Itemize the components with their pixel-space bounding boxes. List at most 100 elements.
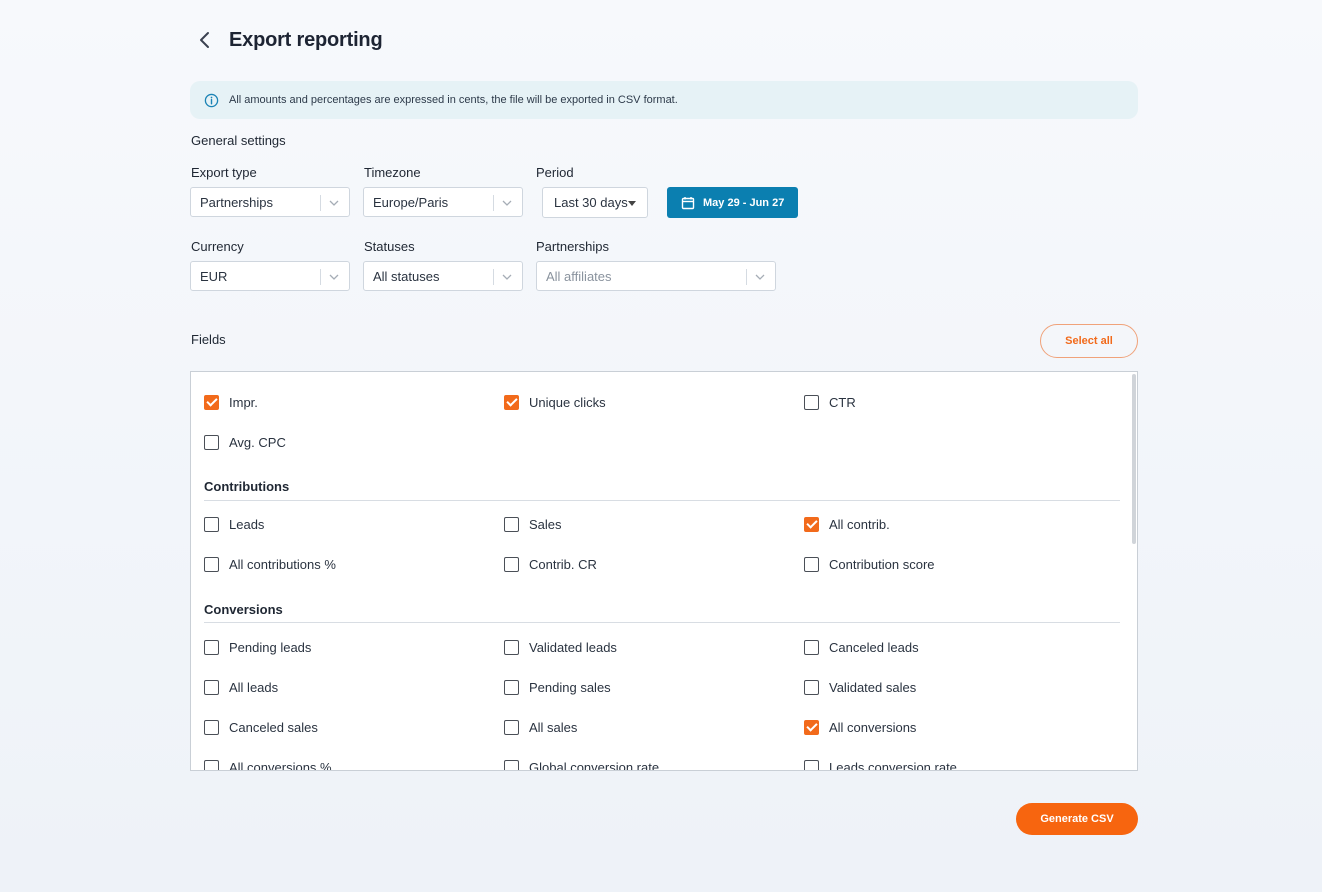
info-banner: All amounts and percentages are expresse… (190, 81, 1138, 119)
checkbox-ctr[interactable]: CTR (804, 392, 856, 412)
currency-value: EUR (200, 268, 228, 284)
chevron-down-icon (502, 200, 512, 206)
checkbox-unchecked-icon[interactable] (804, 679, 819, 695)
checkbox-label: Impr. (229, 394, 258, 410)
general-settings-title: General settings (191, 133, 286, 148)
info-icon (204, 93, 219, 107)
caret-down-icon (628, 201, 636, 206)
checkbox-all-contributions[interactable]: All contributions % (204, 554, 336, 574)
checkbox-contrib-cr[interactable]: Contrib. CR (504, 554, 597, 574)
checkbox-unchecked-icon[interactable] (504, 556, 519, 572)
fields-list[interactable]: Impr. Unique clicks CTR Avg. CPC Contributio… (190, 371, 1138, 771)
timezone-value: Europe/Paris (373, 194, 449, 210)
checkbox-all-conversions[interactable]: All conversions % (204, 757, 332, 770)
chevron-down-icon (755, 274, 765, 280)
checkbox-checked-icon[interactable] (504, 394, 519, 410)
checkbox-all-conversions[interactable]: All conversions (804, 717, 916, 737)
timezone-label: Timezone (364, 165, 421, 180)
checkbox-contribution-score[interactable]: Contribution score (804, 554, 935, 574)
checkbox-validated-sales[interactable]: Validated sales (804, 677, 916, 697)
select-separator (493, 269, 494, 285)
checkbox-global-conversion-rate[interactable]: Global conversion rate (504, 757, 659, 770)
checkbox-unchecked-icon[interactable] (804, 639, 819, 655)
timezone-select[interactable]: Europe/Paris (363, 187, 523, 217)
checkbox-pending-leads[interactable]: Pending leads (204, 637, 311, 657)
checkbox-unchecked-icon[interactable] (204, 434, 219, 450)
date-range-button[interactable]: May 29 - Jun 27 (667, 187, 798, 218)
checkbox-leads-conversion-rate[interactable]: Leads conversion rate (804, 757, 957, 771)
checkbox-checked-icon[interactable] (804, 719, 819, 735)
select-separator (493, 195, 494, 211)
page-header: Export reporting (190, 24, 383, 56)
checkbox-label: Pending sales (529, 679, 611, 695)
checkbox-label: Sales (529, 516, 562, 532)
statuses-select[interactable]: All statuses (363, 261, 523, 291)
page-title: Export reporting (229, 28, 383, 51)
checkbox-unchecked-icon[interactable] (204, 719, 219, 735)
partnerships-label: Partnerships (536, 239, 609, 254)
export-type-label: Export type (191, 165, 257, 180)
checkbox-validated-leads[interactable]: Validated leads (504, 637, 617, 657)
checkbox-label: CTR (829, 394, 856, 410)
checkbox-canceled-leads[interactable]: Canceled leads (804, 637, 919, 657)
checkbox-unchecked-icon[interactable] (204, 516, 219, 532)
select-separator (746, 269, 747, 285)
checkbox-label: Contribution score (829, 556, 935, 572)
checkbox-unchecked-icon[interactable] (204, 556, 219, 572)
checkbox-unique-clicks[interactable]: Unique clicks (504, 392, 606, 412)
checkbox-label: Canceled sales (229, 719, 318, 735)
info-text: All amounts and percentages are expresse… (229, 94, 678, 106)
checkbox-unchecked-icon[interactable] (204, 759, 219, 770)
partnerships-select[interactable]: All affiliates (536, 261, 776, 291)
conversions-group-title: Conversions (204, 602, 283, 617)
checkbox-unchecked-icon[interactable] (504, 679, 519, 695)
period-dropdown[interactable]: Last 30 days (542, 187, 648, 218)
checkbox-checked-icon[interactable] (204, 394, 219, 410)
checkbox-sales[interactable]: Sales (504, 514, 562, 534)
checkbox-unchecked-icon[interactable] (504, 719, 519, 735)
statuses-label: Statuses (364, 239, 415, 254)
divider (204, 500, 1120, 501)
currency-label: Currency (191, 239, 244, 254)
generate-csv-button[interactable]: Generate CSV (1016, 803, 1138, 835)
checkbox-avg-cpc[interactable]: Avg. CPC (204, 432, 286, 452)
checkbox-label: Canceled leads (829, 639, 919, 655)
checkbox-label: All leads (229, 679, 279, 695)
checkbox-unchecked-icon[interactable] (804, 759, 819, 770)
checkbox-unchecked-icon[interactable] (204, 639, 219, 655)
checkbox-unchecked-icon[interactable] (804, 394, 819, 410)
checkbox-label: Leads (229, 516, 265, 532)
checkbox-unchecked-icon[interactable] (804, 556, 819, 572)
checkbox-impr[interactable]: Impr. (204, 392, 258, 412)
chevron-down-icon (329, 274, 339, 280)
checkbox-unchecked-icon[interactable] (204, 679, 219, 695)
checkbox-all-sales[interactable]: All sales (504, 717, 577, 737)
checkbox-leads[interactable]: Leads (204, 514, 264, 534)
checkbox-pending-sales[interactable]: Pending sales (504, 677, 611, 697)
select-separator (320, 269, 321, 285)
checkbox-label: Pending leads (229, 639, 312, 655)
chevron-down-icon (502, 274, 512, 280)
scrollbar[interactable] (1131, 372, 1137, 770)
checkbox-label: Leads conversion rate (829, 759, 957, 771)
select-separator (320, 195, 321, 211)
checkbox-unchecked-icon[interactable] (504, 639, 519, 655)
export-type-select[interactable]: Partnerships (190, 187, 350, 217)
checkbox-label: Contrib. CR (529, 556, 597, 572)
checkbox-all-leads[interactable]: All leads (204, 677, 278, 697)
checkbox-unchecked-icon[interactable] (504, 759, 519, 770)
checkbox-all-contrib[interactable]: All contrib. (804, 514, 890, 534)
currency-select[interactable]: EUR (190, 261, 350, 291)
checkbox-checked-icon[interactable] (804, 516, 819, 532)
select-all-button[interactable]: Select all (1040, 324, 1138, 358)
contributions-group-title: Contributions (204, 479, 290, 494)
scrollbar-thumb[interactable] (1132, 374, 1136, 544)
period-label: Period (536, 165, 574, 180)
checkbox-label: All contrib. (829, 516, 890, 532)
chevron-down-icon (329, 200, 339, 206)
checkbox-unchecked-icon[interactable] (504, 516, 519, 532)
checkbox-canceled-sales[interactable]: Canceled sales (204, 717, 318, 737)
checkbox-label: Validated sales (829, 679, 917, 695)
back-button[interactable] (190, 25, 220, 55)
checkbox-label: All sales (529, 719, 578, 735)
